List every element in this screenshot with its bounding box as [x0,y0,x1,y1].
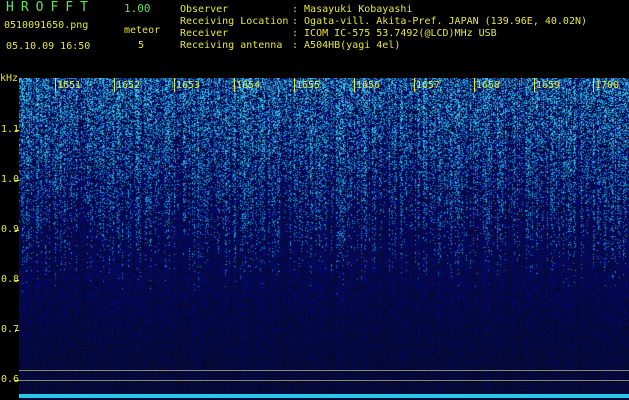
app-title: HROFFT [6,0,95,15]
time-tick [354,78,355,92]
y-tick [15,380,19,381]
y-axis-unit: kHz [0,73,19,84]
observer-value: : Masayuki Kobayashi [292,4,413,15]
time-label: 1656 [356,80,381,91]
time-tick [55,78,56,92]
location-value: : Ogata-vill. Akita-Pref. JAPAN (139.96E… [292,16,588,27]
meteor-label: meteor [124,25,161,36]
time-label: 1657 [416,80,441,91]
observer-label: Observer [180,4,229,15]
time-label: 1653 [176,80,201,91]
time-tick [174,78,175,92]
time-tick [414,78,415,92]
receiver-value: : ICOM IC-575 53.7492(@LCD)MHz USB [292,28,497,39]
time-label: 1654 [236,80,261,91]
time-label: 1700 [595,80,620,91]
time-tick [114,78,115,92]
y-tick [15,230,19,231]
signal-baseline [19,394,629,398]
time-label: 1659 [536,80,561,91]
marker-line [19,380,629,381]
time-tick [234,78,235,92]
time-tick [474,78,475,92]
time-label: 1655 [296,80,321,91]
spectrogram [19,78,629,400]
time-label: 1658 [476,80,501,91]
antenna-label: Receiving antenna [180,40,283,51]
y-tick [15,130,19,131]
location-label: Receiving Location [180,16,289,27]
y-tick [15,330,19,331]
receiver-label: Receiver [180,28,229,39]
y-tick [15,280,19,281]
app-version: 1.00 [124,2,151,15]
waterfall-canvas [19,78,629,400]
time-tick [534,78,535,92]
file-name: 0510091650.png [4,20,89,31]
time-tick [294,78,295,92]
file-datetime: 05.10.09 16:50 [6,41,91,52]
header-panel: HROFFT 1.00 0510091650.png meteor 05.10.… [0,0,629,76]
y-tick [15,180,19,181]
marker-line [19,370,629,371]
time-label: 1652 [116,80,141,91]
time-tick [593,78,594,92]
time-label: 1651 [57,80,82,91]
meteor-count: 5 [138,40,145,51]
antenna-value: : A504HB(yagi 4el) [292,40,401,51]
